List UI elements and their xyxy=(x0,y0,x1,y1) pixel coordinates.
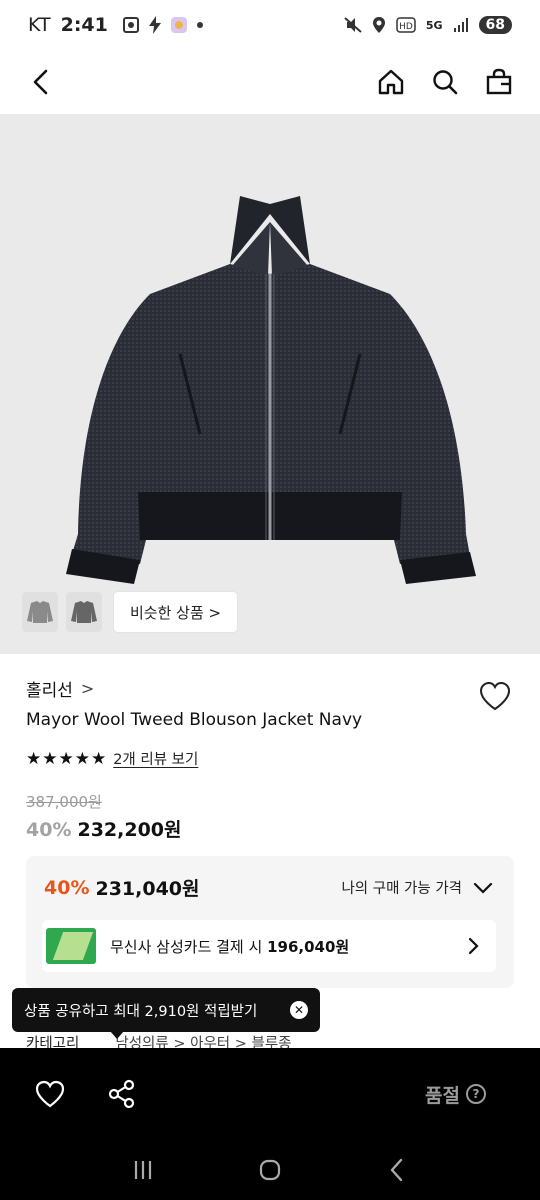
chevron-down-icon xyxy=(473,882,493,894)
my-price-label: 나의 구매 가능 가격 xyxy=(341,881,462,897)
tooltip-tail xyxy=(110,1031,124,1039)
back-icon[interactable] xyxy=(26,67,56,97)
brand-name: 홀리선 xyxy=(26,681,73,701)
search-icon[interactable] xyxy=(430,67,460,97)
help-icon[interactable]: ? xyxy=(466,1084,486,1104)
jacket-thumbnail-icon xyxy=(27,601,53,623)
status-bar: KT 2:41 HD 5G 68 xyxy=(0,0,540,50)
my-price-toggle[interactable]: 40% 231,040원 나의 구매 가능 가격 xyxy=(44,874,494,901)
tooltip-text: 상품 공유하고 최대 2,910원 적립받기 xyxy=(24,1003,258,1020)
mute-icon xyxy=(344,17,362,33)
carrier-label: KT xyxy=(28,14,51,36)
network-label: 5G xyxy=(425,18,443,32)
samsung-card-image xyxy=(46,928,96,964)
battery-indicator: 68 xyxy=(478,16,512,34)
close-icon[interactable]: ✕ xyxy=(290,1001,308,1019)
discount-rate: 40% xyxy=(26,819,72,841)
card-benefit-prefix: 무신사 삼성카드 결제 시 xyxy=(110,937,268,956)
star-rating: ★★★★★ xyxy=(26,748,108,769)
similar-products-button[interactable]: 비슷한 상품 > xyxy=(114,592,238,632)
home-icon[interactable] xyxy=(376,67,406,97)
category-path[interactable]: 남성의류 > 아우터 > 블루종 xyxy=(115,1032,291,1048)
chevron-right-icon xyxy=(468,937,479,955)
product-image-gallery[interactable]: 비슷한 상품 > xyxy=(0,114,540,654)
wishlist-button[interactable] xyxy=(478,680,512,712)
card-benefit-text: 무신사 삼성카드 결제 시 196,040원 xyxy=(110,936,349,957)
category-row: 카테고리 남성의류 > 아우터 > 블루종 xyxy=(26,1032,292,1048)
bottom-action-bar: 품절 ? xyxy=(0,1048,540,1140)
recent-apps-icon[interactable] xyxy=(129,1156,157,1184)
benefit-price: 231,040원 xyxy=(95,878,200,900)
benefit-price-box: 40% 231,040원 나의 구매 가능 가격 무신사 삼성카드 결제 시 1… xyxy=(26,856,514,988)
wishlist-bottom-button[interactable] xyxy=(34,1078,66,1110)
cart-icon[interactable] xyxy=(484,67,514,97)
screenshot-icon xyxy=(122,17,139,33)
svg-text:HD: HD xyxy=(399,22,413,32)
home-nav-icon[interactable] xyxy=(256,1156,284,1184)
brand-link[interactable]: 홀리선 > xyxy=(26,676,94,701)
share-icon xyxy=(108,1079,135,1109)
heart-icon xyxy=(479,681,511,711)
share-button[interactable] xyxy=(106,1078,138,1110)
bolt-icon xyxy=(148,16,161,34)
review-link[interactable]: 2개 리뷰 보기 xyxy=(113,748,198,769)
hd-icon: HD xyxy=(396,17,416,33)
soldout-label: 품절 xyxy=(425,1084,460,1107)
card-benefit-row[interactable]: 무신사 삼성카드 결제 시 196,040원 xyxy=(42,920,496,972)
jacket-image xyxy=(66,196,476,584)
card-benefit-price: 196,040원 xyxy=(267,937,350,956)
category-label: 카테고리 xyxy=(26,1036,80,1048)
thumbnail-2[interactable] xyxy=(66,592,102,632)
share-reward-tooltip: 상품 공유하고 최대 2,910원 적립받기 ✕ xyxy=(12,988,320,1032)
clock: 2:41 xyxy=(60,14,108,36)
dot-icon xyxy=(196,22,203,28)
chevron-right-icon: > xyxy=(80,679,95,698)
top-header xyxy=(0,50,540,114)
product-title: Mayor Wool Tweed Blouson Jacket Navy xyxy=(26,710,363,730)
location-icon xyxy=(372,17,385,33)
benefit-discount-rate: 40% xyxy=(44,876,90,899)
back-nav-icon[interactable] xyxy=(383,1156,411,1184)
thumbnail-1[interactable] xyxy=(22,592,58,632)
jacket-thumbnail-icon xyxy=(71,601,97,623)
heart-icon xyxy=(35,1080,65,1108)
original-price: 387,000원 xyxy=(26,793,102,811)
rating-row: ★★★★★ 2개 리뷰 보기 xyxy=(26,748,198,769)
signal-icon xyxy=(453,18,468,32)
soldout-status[interactable]: 품절 ? xyxy=(425,1081,486,1108)
sale-price: 232,200원 xyxy=(77,819,182,841)
system-nav-bar xyxy=(0,1140,540,1200)
app-notification-icon xyxy=(170,17,187,33)
price-row: 40% 232,200원 xyxy=(26,815,182,842)
